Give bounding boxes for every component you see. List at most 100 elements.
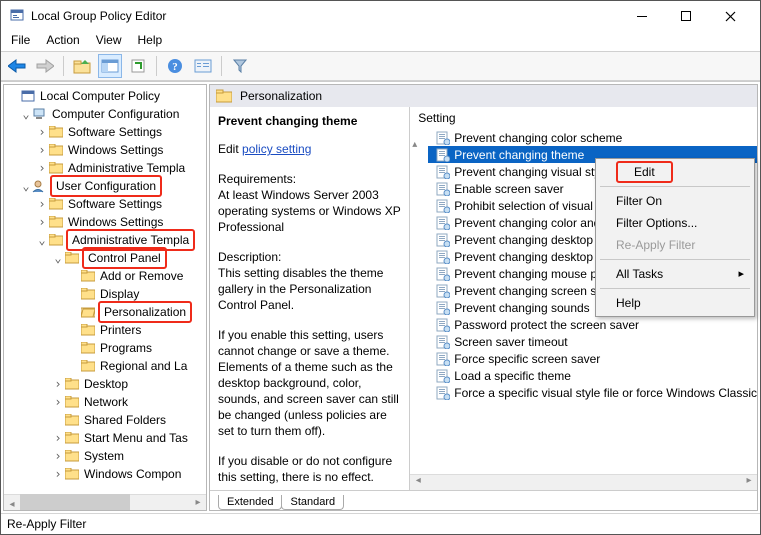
window-title: Local Group Policy Editor xyxy=(31,9,620,23)
folder-icon xyxy=(64,413,80,427)
minimize-button[interactable] xyxy=(620,2,664,30)
folder-icon xyxy=(80,341,96,355)
folder-icon xyxy=(64,377,80,391)
tree-item[interactable]: Add or Remove xyxy=(8,267,206,285)
folder-icon xyxy=(216,89,232,103)
policy-setting-icon xyxy=(436,386,450,400)
setting-label: Prevent changing sounds xyxy=(454,301,589,315)
policy-setting-icon xyxy=(436,284,450,298)
folder-icon xyxy=(64,395,80,409)
setting-row[interactable]: Force specific screen saver xyxy=(428,350,757,367)
app-icon xyxy=(9,7,25,26)
menu-help[interactable]: Help xyxy=(138,33,163,47)
setting-label: Prohibit selection of visual xyxy=(454,199,593,213)
tree-item[interactable]: Shared Folders xyxy=(8,411,206,429)
maximize-button[interactable] xyxy=(664,2,708,30)
folder-icon xyxy=(48,197,64,211)
setting-title: Prevent changing theme xyxy=(218,113,401,129)
tree-item[interactable]: ›Network xyxy=(8,393,206,411)
menu-file[interactable]: File xyxy=(11,33,30,47)
setting-label: Load a specific theme xyxy=(454,369,571,383)
policy-setting-icon xyxy=(436,199,450,213)
tab-extended[interactable]: Extended xyxy=(218,495,282,510)
setting-row[interactable]: Screen saver timeout xyxy=(428,333,757,350)
policy-setting-icon xyxy=(436,335,450,349)
setting-row[interactable]: Load a specific theme xyxy=(428,367,757,384)
setting-row[interactable]: Password protect the screen saver xyxy=(428,316,757,333)
tree-item[interactable]: ›Start Menu and Tas xyxy=(8,429,206,447)
show-hide-tree-button[interactable] xyxy=(98,54,122,78)
edit-policy-link[interactable]: policy setting xyxy=(242,142,311,156)
setting-label: Force specific screen saver xyxy=(454,352,600,366)
context-all-tasks[interactable]: All Tasks▸ xyxy=(598,263,752,285)
policy-setting-icon xyxy=(436,352,450,366)
help-button[interactable]: ? xyxy=(163,54,187,78)
folder-icon xyxy=(48,215,64,229)
folder-icon xyxy=(64,449,80,463)
requirements-text: At least Windows Server 2003 operating s… xyxy=(218,187,401,235)
policy-setting-icon xyxy=(436,267,450,281)
tree-item[interactable]: Regional and La xyxy=(8,357,206,375)
tree-item[interactable]: Programs xyxy=(8,339,206,357)
setting-row[interactable]: Force a specific visual style file or fo… xyxy=(428,384,757,401)
forward-button[interactable] xyxy=(33,54,57,78)
tree-user-config[interactable]: ⌄ User Configuration xyxy=(8,177,206,195)
description-para: If you disable or do not configure this … xyxy=(218,453,401,485)
filter-button[interactable] xyxy=(228,54,252,78)
close-button[interactable] xyxy=(708,2,752,30)
settings-column-header[interactable]: Setting xyxy=(410,107,757,129)
tree-control-panel[interactable]: ⌄Control Panel xyxy=(8,249,206,267)
policy-setting-icon xyxy=(436,165,450,179)
setting-label: Prevent changing mouse p xyxy=(454,267,597,281)
menu-action[interactable]: Action xyxy=(46,33,79,47)
context-filter-on[interactable]: Filter On xyxy=(598,190,752,212)
setting-row[interactable]: Prevent changing color scheme xyxy=(428,129,757,146)
tree-item[interactable]: ›Desktop xyxy=(8,375,206,393)
setting-label: Prevent changing color and xyxy=(454,216,600,230)
context-help[interactable]: Help xyxy=(598,292,752,314)
description-text: This setting disables the theme gallery … xyxy=(218,265,401,313)
status-text: Re-Apply Filter xyxy=(7,517,86,531)
toolbar: ? xyxy=(1,51,760,81)
settings-horizontal-scrollbar[interactable]: ◂ ▸ xyxy=(410,474,757,490)
edit-prefix: Edit xyxy=(218,142,242,156)
folder-icon xyxy=(48,233,64,247)
folder-icon xyxy=(80,323,96,337)
tree-item[interactable]: ›Windows Compon xyxy=(8,465,206,483)
folder-icon xyxy=(80,287,96,301)
tab-standard[interactable]: Standard xyxy=(281,495,344,510)
setting-label: Prevent changing desktop xyxy=(454,250,593,264)
properties-button[interactable] xyxy=(191,54,215,78)
category-title: Personalization xyxy=(240,89,322,103)
context-filter-options[interactable]: Filter Options... xyxy=(598,212,752,234)
folder-icon xyxy=(48,125,64,139)
policy-setting-icon xyxy=(436,301,450,315)
tree-horizontal-scrollbar[interactable]: ◂ ▸ xyxy=(4,494,206,510)
status-bar: Re-Apply Filter xyxy=(1,513,760,534)
tree-item[interactable]: ›System xyxy=(8,447,206,465)
tree-item[interactable]: ›Software Settings xyxy=(8,195,206,213)
description-label: Description: xyxy=(218,249,401,265)
tree-root[interactable]: Local Computer Policy xyxy=(8,87,206,105)
refresh-button[interactable] xyxy=(126,54,150,78)
folder-icon xyxy=(64,467,80,481)
tree-computer-config[interactable]: ⌄ Computer Configuration xyxy=(8,105,206,123)
tree-personalization[interactable]: Personalization xyxy=(8,303,206,321)
back-button[interactable] xyxy=(5,54,29,78)
up-button[interactable] xyxy=(70,54,94,78)
requirements-label: Requirements: xyxy=(218,171,401,187)
tree-item[interactable]: ›Software Settings xyxy=(8,123,206,141)
menu-view[interactable]: View xyxy=(96,33,122,47)
scroll-up-arrow[interactable]: ▴ xyxy=(412,139,417,150)
tree-item[interactable]: Printers xyxy=(8,321,206,339)
policy-setting-icon xyxy=(436,216,450,230)
svg-text:?: ? xyxy=(172,61,178,73)
policy-setting-icon xyxy=(436,233,450,247)
context-edit[interactable]: Edit xyxy=(598,161,752,183)
tree-item[interactable]: ›Windows Settings xyxy=(8,141,206,159)
folder-icon xyxy=(64,431,80,445)
policy-setting-icon xyxy=(436,250,450,264)
folder-icon xyxy=(64,251,80,265)
setting-label: Screen saver timeout xyxy=(454,335,567,349)
view-tabs: Extended Standard xyxy=(210,490,757,510)
